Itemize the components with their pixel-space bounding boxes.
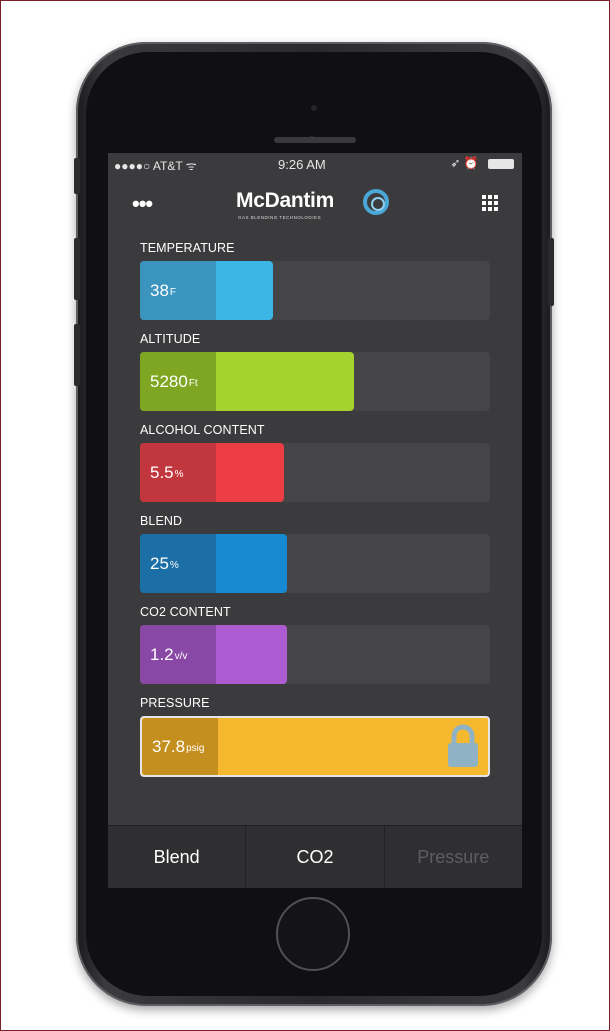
gauge-unit: psig — [186, 743, 205, 754]
nav-bar: ••• McDantim GAS BLENDING TECHNOLOGIES — [108, 175, 522, 231]
gauge-value: 5.5% — [140, 443, 216, 502]
tab-pressure[interactable]: Pressure — [385, 826, 522, 888]
status-indicators: ➶ ⏰ — [450, 156, 514, 170]
gauge-track[interactable]: 1.2 v/v — [140, 625, 490, 684]
gauge-value-number: 25 — [150, 553, 169, 573]
gauge-track[interactable]: 5280 Ft — [140, 352, 490, 411]
gauge-track[interactable]: 38 F — [140, 261, 490, 320]
earpiece-speaker — [274, 137, 356, 143]
gauge-unit: F — [169, 287, 177, 298]
tab-blend[interactable]: Blend — [108, 826, 247, 888]
gauge-track[interactable]: 5.5% — [140, 443, 490, 502]
volume-up-button[interactable] — [74, 238, 80, 300]
bottom-tab-bar: Blend CO2 Pressure — [108, 825, 522, 888]
logo-ring-icon — [363, 189, 389, 215]
gauge-label: CO2 CONTENT — [140, 605, 231, 619]
mute-switch[interactable] — [74, 158, 80, 194]
logo-tagline: GAS BLENDING TECHNOLOGIES — [238, 215, 322, 220]
home-button[interactable] — [276, 897, 350, 971]
grid-icon[interactable] — [482, 195, 498, 211]
gauge-track[interactable]: 25% — [140, 534, 490, 593]
gauge-unit: % — [169, 560, 179, 571]
lock-icon[interactable] — [446, 724, 480, 768]
gauge-value-number: 37.8 — [152, 736, 186, 756]
carrier-label: ●●●●○ AT&T ᯤ — [114, 159, 197, 173]
mcdantim-logo: McDantim GAS BLENDING TECHNOLOGIES — [236, 187, 396, 227]
status-bar: ●●●●○ AT&T ᯤ 9:26 AM ➶ ⏰ — [108, 153, 522, 175]
gauge-label: BLEND — [140, 514, 183, 528]
logo-name: McDantim — [236, 189, 334, 212]
gauge-label: PRESSURE — [140, 696, 210, 710]
gauge-unit: v/v — [174, 651, 188, 662]
tab-co2[interactable]: CO2 — [246, 826, 385, 888]
gauge-unit: Ft — [188, 378, 198, 389]
more-dots-icon[interactable]: ••• — [132, 193, 153, 215]
gauge-value: 37.8 psig — [142, 718, 218, 775]
gauge-value: 25% — [140, 534, 216, 593]
battery-icon — [488, 158, 514, 169]
gauge-value: 5280 Ft — [140, 352, 216, 411]
gauge-track[interactable]: 37.8 psig — [140, 716, 490, 777]
gauge-label: ALCOHOL CONTENT — [140, 423, 265, 437]
gauge-unit: % — [174, 469, 184, 480]
location-alarm-icons: ➶ ⏰ — [450, 156, 479, 170]
gauge-label: TEMPERATURE — [140, 241, 235, 255]
gauge-label: ALTITUDE — [140, 332, 201, 346]
volume-down-button[interactable] — [74, 324, 80, 386]
gauge-value-number: 38 — [150, 280, 169, 300]
power-button[interactable] — [548, 238, 554, 306]
proximity-sensor — [311, 105, 317, 111]
status-time: 9:26 AM — [278, 157, 326, 172]
app-screen: ●●●●○ AT&T ᯤ 9:26 AM ➶ ⏰ ••• McDantim GA… — [108, 153, 522, 888]
gauge-value: 38 F — [140, 261, 216, 320]
gauge-value-number: 5280 — [150, 371, 188, 391]
gauge-value-number: 1.2 — [150, 644, 174, 664]
gauge-value: 1.2 v/v — [140, 625, 216, 684]
gauge-value-number: 5.5 — [150, 462, 174, 482]
